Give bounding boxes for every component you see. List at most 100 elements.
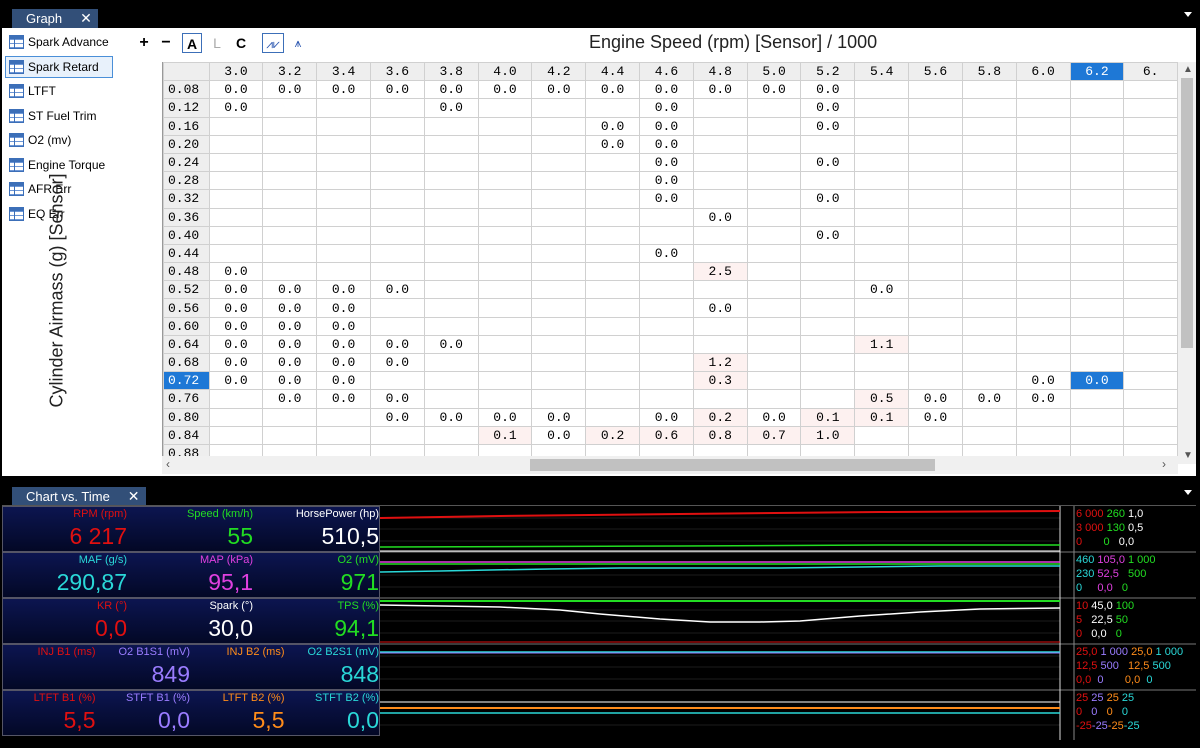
table-cell[interactable]	[746, 189, 802, 209]
table-cell[interactable]	[1015, 207, 1071, 227]
table-cell[interactable]: 0.0	[369, 280, 425, 300]
table-cell[interactable]	[1015, 425, 1071, 445]
scroll-left-icon[interactable]: ‹	[166, 457, 170, 471]
row-header[interactable]: 0.52	[163, 280, 210, 300]
table-cell[interactable]: 0.0	[208, 298, 264, 318]
table-cell[interactable]	[531, 352, 587, 373]
table-cell[interactable]	[208, 189, 264, 209]
column-header[interactable]: 6.2	[1069, 62, 1125, 82]
table-cell[interactable]	[854, 152, 910, 173]
table-cell[interactable]	[585, 280, 641, 300]
table-cell[interactable]	[908, 316, 963, 336]
table-cell[interactable]	[423, 425, 479, 445]
table-cell[interactable]: 0.0	[961, 389, 1017, 409]
table-cell[interactable]: 0.0	[208, 334, 264, 355]
table-cell[interactable]: 1.2	[692, 352, 748, 373]
table-cell[interactable]	[1015, 152, 1071, 173]
graph-lines-icon[interactable]: ⩘⩗	[262, 33, 284, 53]
table-cell[interactable]	[800, 280, 856, 300]
table-cell[interactable]: 0.0	[262, 334, 318, 355]
table-cell[interactable]	[585, 334, 641, 355]
table-cell[interactable]	[585, 98, 641, 118]
table-cell[interactable]	[961, 116, 1017, 136]
column-header[interactable]: 5.6	[908, 62, 963, 82]
table-cell[interactable]	[854, 371, 910, 391]
table-cell[interactable]	[477, 371, 533, 391]
table-cell[interactable]	[477, 116, 533, 136]
row-header[interactable]: 0.40	[163, 225, 210, 245]
table-cell[interactable]	[961, 298, 1017, 318]
scroll-up-icon[interactable]: ▲	[1183, 64, 1193, 75]
row-header[interactable]: 0.76	[163, 389, 210, 409]
table-cell[interactable]	[477, 298, 533, 318]
gauge[interactable]: KR (°) 0,0	[3, 599, 129, 645]
table-cell[interactable]	[1069, 171, 1125, 191]
table-cell[interactable]	[585, 171, 641, 191]
table-cell[interactable]	[639, 334, 694, 355]
table-cell[interactable]: 0.0	[639, 152, 694, 173]
row-header[interactable]: 0.24	[163, 152, 210, 173]
table-cell[interactable]: 0.0	[423, 407, 479, 427]
table-cell[interactable]	[477, 207, 533, 227]
table-cell[interactable]	[1015, 334, 1071, 355]
table-cell[interactable]	[1123, 425, 1178, 445]
table-cell[interactable]	[369, 225, 425, 245]
table-cell[interactable]	[961, 152, 1017, 173]
table-cell[interactable]	[208, 134, 264, 154]
table-cell[interactable]	[854, 80, 910, 100]
horizontal-scroll-thumb[interactable]	[530, 459, 935, 471]
row-header[interactable]: 0.64	[163, 334, 210, 355]
table-cell[interactable]	[908, 116, 963, 136]
mode-c-button[interactable]: C	[234, 33, 248, 53]
table-cell[interactable]	[316, 134, 371, 154]
table-cell[interactable]	[692, 243, 748, 264]
table-cell[interactable]	[262, 152, 318, 173]
table-cell[interactable]	[746, 334, 802, 355]
table-cell[interactable]	[531, 207, 587, 227]
table-cell[interactable]: 0.0	[639, 243, 694, 264]
table-cell[interactable]	[854, 134, 910, 154]
table-cell[interactable]: 0.0	[585, 80, 641, 100]
row-header[interactable]: 0.72	[163, 371, 210, 391]
table-cell[interactable]	[1123, 80, 1178, 100]
table-cell[interactable]	[585, 389, 641, 409]
row-header[interactable]: 0.48	[163, 262, 210, 282]
table-cell[interactable]	[1069, 425, 1125, 445]
table-cell[interactable]: 0.5	[854, 389, 910, 409]
table-cell[interactable]	[531, 389, 587, 409]
tab-chart-vs-time[interactable]: Chart vs. Time ✕	[12, 487, 146, 506]
table-cell[interactable]	[1123, 116, 1178, 136]
table-cell[interactable]	[423, 298, 479, 318]
table-cell[interactable]	[746, 352, 802, 373]
table-cell[interactable]	[1015, 298, 1071, 318]
table-cell[interactable]	[531, 116, 587, 136]
gauge[interactable]: MAP (kPa) 95,1	[129, 553, 255, 599]
table-cell[interactable]	[639, 207, 694, 227]
table-cell[interactable]	[854, 225, 910, 245]
row-header[interactable]: 0.56	[163, 298, 210, 318]
table-cell[interactable]	[908, 298, 963, 318]
table-cell[interactable]	[692, 189, 748, 209]
table-cell[interactable]: 0.0	[908, 407, 963, 427]
table-cell[interactable]	[208, 407, 264, 427]
table-cell[interactable]	[1069, 98, 1125, 118]
table-cell[interactable]: 0.0	[800, 80, 856, 100]
table-cell[interactable]	[961, 371, 1017, 391]
table-cell[interactable]: 0.0	[800, 116, 856, 136]
table-cell[interactable]	[961, 189, 1017, 209]
table-cell[interactable]	[477, 189, 533, 209]
table-cell[interactable]	[800, 298, 856, 318]
table-cell[interactable]	[1015, 225, 1071, 245]
table-cell[interactable]	[854, 243, 910, 264]
table-cell[interactable]	[1123, 352, 1178, 373]
table-cell[interactable]: 0.0	[208, 316, 264, 336]
table-cell[interactable]	[1069, 134, 1125, 154]
table-cell[interactable]	[800, 389, 856, 409]
table-cell[interactable]	[316, 98, 371, 118]
table-cell[interactable]: 0.0	[423, 98, 479, 118]
column-header[interactable]: 4.4	[585, 62, 641, 82]
table-cell[interactable]	[477, 171, 533, 191]
table-cell[interactable]	[316, 189, 371, 209]
table-cell[interactable]	[531, 98, 587, 118]
row-header[interactable]: 0.80	[163, 407, 210, 427]
